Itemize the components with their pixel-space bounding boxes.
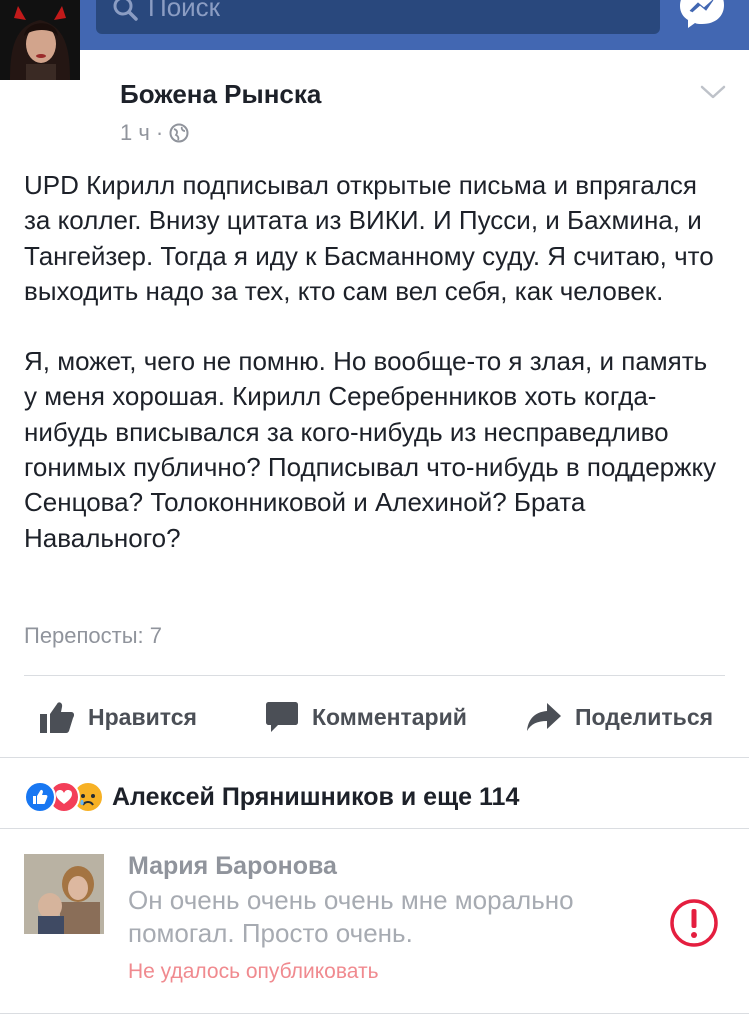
comment-label: Комментарий (312, 703, 467, 730)
globe-icon (169, 123, 189, 143)
reposts-count[interactable]: Перепосты: 7 (24, 623, 162, 649)
commenter-avatar[interactable] (24, 854, 104, 934)
top-bar: Поиск (0, 0, 749, 50)
post-time[interactable]: 1 ч (120, 120, 150, 146)
search-placeholder: Поиск (148, 0, 221, 22)
comment-bubble-icon (266, 702, 298, 732)
comment-error-status[interactable]: Не удалось опубликовать (128, 960, 379, 984)
meta-separator: · (155, 120, 164, 145)
alert-icon[interactable] (669, 898, 719, 948)
divider (0, 828, 749, 829)
post-paragraph: Я, может, чего не помню. Но вообще-то я … (24, 346, 717, 553)
share-arrow-icon (527, 703, 561, 731)
search-input[interactable]: Поиск (96, 0, 660, 34)
comment-button[interactable]: Комментарий (266, 695, 467, 739)
chevron-down-icon[interactable] (700, 84, 726, 100)
post-paragraph: UPD Кирилл подписывал открытые письма и … (24, 170, 714, 306)
messenger-icon[interactable] (680, 0, 724, 28)
comment-text: Он очень очень очень мне морально помога… (128, 885, 574, 948)
share-button[interactable]: Поделиться (527, 695, 713, 739)
thumbs-up-icon (40, 702, 74, 733)
post-author[interactable]: Божена Рынска (120, 79, 321, 110)
author-avatar[interactable] (0, 0, 80, 80)
divider (0, 1013, 749, 1014)
divider (0, 757, 749, 758)
reactions-row[interactable]: Алексей Прянишников и еще 114 (24, 781, 519, 813)
post-body: UPD Кирилл подписывал открытые письма и … (24, 168, 724, 556)
post-meta: 1 ч · (120, 120, 189, 146)
commenter-photo (24, 854, 104, 934)
like-label: Нравится (88, 703, 197, 730)
action-bar: Нравится Комментарий Поделиться (0, 695, 749, 739)
share-label: Поделиться (575, 703, 714, 730)
author-photo (0, 0, 80, 80)
comment-author[interactable]: Мария Баронова (128, 852, 337, 881)
like-button[interactable]: Нравится (40, 695, 197, 739)
search-icon (113, 0, 138, 21)
divider (24, 675, 725, 676)
like-reaction-icon (24, 781, 56, 813)
reactions-summary: Алексей Прянишников и еще 114 (112, 782, 520, 811)
